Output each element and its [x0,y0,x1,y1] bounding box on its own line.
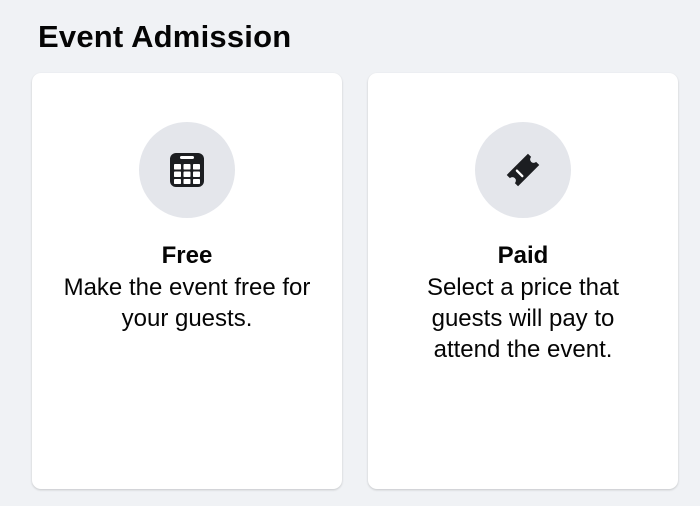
free-admission-option[interactable]: Free Make the event free for your guests… [32,73,342,489]
free-option-title: Free [161,242,213,269]
calendar-icon [170,153,204,187]
page-title: Event Admission [38,19,292,54]
paid-option-title: Paid [497,242,549,269]
paid-option-description: Select a price that guests will pay to a… [426,274,620,363]
free-icon-circle [139,122,235,218]
ticket-icon [506,153,540,187]
paid-icon-circle [475,122,571,218]
paid-admission-option[interactable]: Paid Select a price that guests will pay… [368,73,678,489]
free-option-description: Make the event free for your guests. [63,274,311,332]
